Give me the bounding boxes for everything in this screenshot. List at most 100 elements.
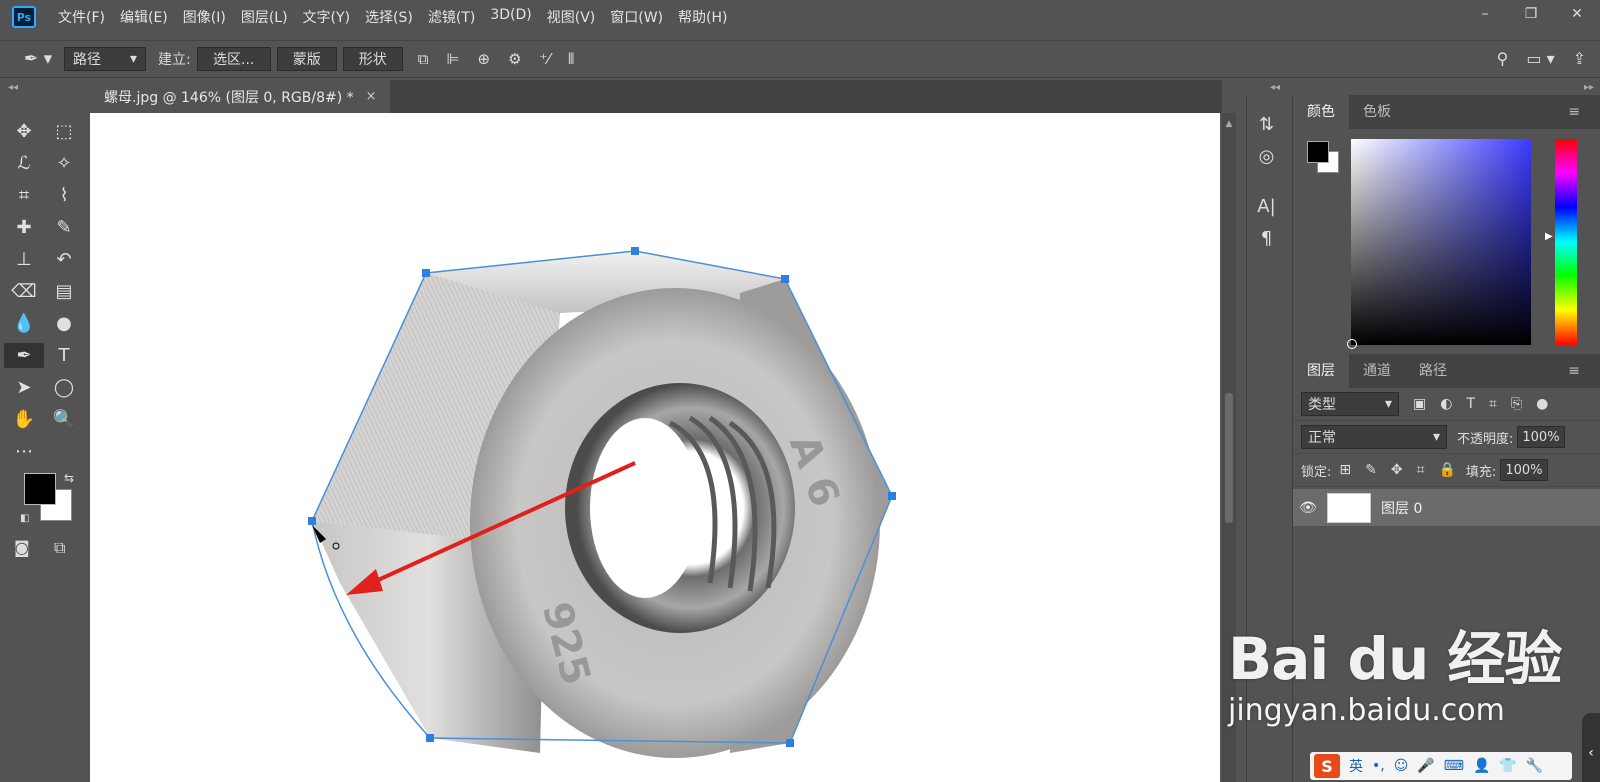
auto-add-delete-icon[interactable]: ⁺⁄: [540, 50, 550, 68]
menu-view[interactable]: 视图(V): [547, 7, 596, 27]
zoom-tool-icon[interactable]: 🔍: [44, 407, 84, 432]
menu-select[interactable]: 选择(S): [365, 7, 413, 27]
share-icon[interactable]: ⇪: [1573, 49, 1586, 68]
foreground-color-swatch[interactable]: [24, 473, 56, 505]
scrollbar-thumb[interactable]: [1225, 393, 1233, 523]
document-canvas[interactable]: A 6 925: [90, 113, 1220, 782]
emoji-icon[interactable]: ☺: [1394, 758, 1409, 774]
more-tools-icon[interactable]: ⋯: [4, 439, 44, 464]
expand-panels-icon[interactable]: ▸▸: [1584, 82, 1594, 93]
keyboard-icon[interactable]: ⌨: [1444, 758, 1464, 774]
pen-tool-preset-icon[interactable]: ✒ ▾: [24, 49, 64, 69]
close-tab-icon[interactable]: ×: [366, 89, 377, 104]
ime-language-toggle[interactable]: 英: [1349, 756, 1363, 776]
menu-edit[interactable]: 编辑(E): [120, 7, 168, 27]
workspace-icon[interactable]: ▭ ▾: [1526, 49, 1554, 68]
eye-icon[interactable]: 👁: [1293, 500, 1323, 516]
tab-color[interactable]: 颜色: [1293, 95, 1349, 129]
hand-tool-icon[interactable]: ✋: [4, 407, 44, 432]
path-arrangement-icon[interactable]: ⊕: [478, 50, 491, 68]
gear-icon[interactable]: ⚙: [508, 50, 521, 68]
hue-slider-arrow-icon[interactable]: ▶: [1545, 231, 1553, 242]
filter-adjustment-icon[interactable]: ◐: [1440, 396, 1452, 412]
chevron-left-icon[interactable]: ‹: [1582, 713, 1600, 782]
minimize-icon[interactable]: –: [1462, 0, 1508, 30]
filter-type-icon[interactable]: T: [1466, 396, 1475, 412]
tab-paths[interactable]: 路径: [1405, 354, 1461, 388]
type-tool-icon[interactable]: T: [44, 343, 84, 368]
fill-input[interactable]: 100%: [1500, 459, 1549, 481]
make-mask-button[interactable]: 蒙版: [276, 47, 337, 71]
menu-layer[interactable]: 图层(L): [241, 7, 288, 27]
skin-icon[interactable]: 👕: [1499, 758, 1516, 774]
lasso-tool-icon[interactable]: ℒ: [4, 151, 44, 176]
opacity-input[interactable]: 100%: [1517, 426, 1566, 448]
panel-menu-icon[interactable]: ≡: [1554, 95, 1594, 129]
menu-type[interactable]: 文字(Y): [303, 7, 350, 27]
filter-shape-icon[interactable]: ⌗: [1489, 396, 1497, 412]
collapse-panels-icon[interactable]: ◂◂: [1270, 82, 1280, 93]
path-alignment-icon[interactable]: ⊫: [446, 50, 459, 68]
hue-slider[interactable]: [1555, 139, 1577, 345]
document-tab[interactable]: 螺母.jpg @ 146% (图层 0, RGB/8#) * ×: [90, 80, 390, 113]
menu-file[interactable]: 文件(F): [58, 7, 105, 27]
microphone-icon[interactable]: 🎤: [1417, 758, 1434, 774]
mode-select[interactable]: 路径 ▾: [64, 47, 146, 71]
brush-tool-icon[interactable]: ✎: [44, 215, 84, 240]
anchor-point[interactable]: [631, 247, 639, 255]
crop-tool-icon[interactable]: ⌗: [4, 183, 44, 208]
healing-brush-tool-icon[interactable]: ✚: [4, 215, 44, 240]
properties-panel-icon[interactable]: ◎: [1247, 141, 1286, 173]
filter-toggle-icon[interactable]: ●: [1536, 396, 1548, 412]
color-panel-foreground-swatch[interactable]: [1307, 141, 1329, 163]
path-operations-icon[interactable]: ⧉: [418, 50, 429, 68]
quick-mask-icon[interactable]: ◙: [14, 538, 30, 557]
search-icon[interactable]: ⚲: [1497, 49, 1509, 68]
character-panel-icon[interactable]: A|: [1247, 191, 1286, 223]
history-brush-tool-icon[interactable]: ↶: [44, 247, 84, 272]
layer-row[interactable]: 👁 图层 0: [1293, 489, 1600, 526]
blend-mode-select[interactable]: 正常 ▾: [1301, 425, 1447, 449]
menu-help[interactable]: 帮助(H): [678, 7, 727, 27]
anchor-point[interactable]: [781, 275, 789, 283]
lock-all-icon[interactable]: 🔒: [1438, 462, 1455, 478]
tab-swatches[interactable]: 色板: [1349, 95, 1405, 129]
anchor-point[interactable]: [426, 734, 434, 742]
gradient-tool-icon[interactable]: ▤: [44, 279, 84, 304]
sogou-logo-icon[interactable]: S: [1314, 754, 1340, 778]
anchor-point[interactable]: [786, 739, 794, 747]
swap-colors-icon[interactable]: ⇆: [64, 471, 74, 485]
color-field[interactable]: [1351, 139, 1531, 345]
paragraph-panel-icon[interactable]: ¶: [1247, 223, 1286, 255]
marquee-tool-icon[interactable]: ⬚: [44, 119, 84, 144]
anchor-point[interactable]: [888, 492, 896, 500]
menu-image[interactable]: 图像(I): [183, 7, 226, 27]
make-selection-button[interactable]: 选区...: [196, 47, 271, 71]
dodge-tool-icon[interactable]: ●: [44, 311, 84, 336]
menu-3d[interactable]: 3D(D): [490, 7, 531, 27]
blur-tool-icon[interactable]: 💧: [4, 311, 44, 336]
photoshop-logo-icon[interactable]: Ps: [12, 6, 36, 28]
anchor-point[interactable]: [308, 517, 316, 525]
lock-pixels-icon[interactable]: ✎: [1365, 462, 1377, 478]
default-colors-icon[interactable]: ◧: [20, 513, 29, 524]
user-icon[interactable]: 👤: [1473, 758, 1490, 774]
filter-smart-object-icon[interactable]: ⎘: [1511, 396, 1522, 412]
wrench-icon[interactable]: 🔧: [1526, 758, 1543, 774]
layer-filter-select[interactable]: 类型 ▾: [1301, 392, 1399, 416]
tab-layers[interactable]: 图层: [1293, 354, 1349, 388]
eraser-tool-icon[interactable]: ⌫: [4, 279, 44, 304]
pen-tool-icon[interactable]: ✒: [4, 343, 44, 368]
layers-panel-menu-icon[interactable]: ≡: [1554, 354, 1594, 388]
close-icon[interactable]: ✕: [1554, 0, 1600, 30]
eyedropper-tool-icon[interactable]: ⌇: [44, 183, 84, 208]
lock-position-icon[interactable]: ✥: [1391, 462, 1403, 478]
collapse-toolbox-icon[interactable]: ◂◂: [8, 82, 18, 93]
restore-icon[interactable]: ❐: [1508, 0, 1554, 30]
screen-mode-icon[interactable]: ⧉: [54, 538, 65, 558]
ellipse-tool-icon[interactable]: ◯: [44, 375, 84, 400]
tab-channels[interactable]: 通道: [1349, 354, 1405, 388]
menu-window[interactable]: 窗口(W): [610, 7, 663, 27]
align-edges-icon[interactable]: ⫴: [568, 50, 574, 68]
magic-wand-tool-icon[interactable]: ✧: [44, 151, 84, 176]
